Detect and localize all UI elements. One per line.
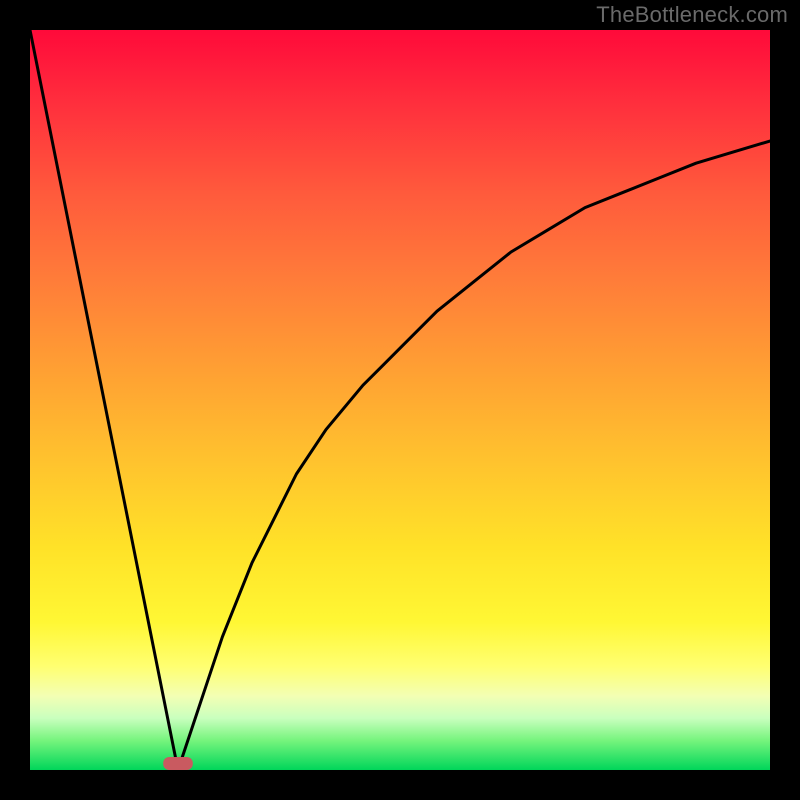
series-left-branch bbox=[30, 30, 178, 770]
series-right-branch bbox=[178, 141, 770, 770]
curve-group bbox=[30, 30, 770, 770]
marker-group bbox=[163, 757, 193, 770]
optimum-marker bbox=[163, 757, 193, 770]
watermark-text: TheBottleneck.com bbox=[596, 2, 788, 28]
plot-area bbox=[30, 30, 770, 770]
chart-svg bbox=[30, 30, 770, 770]
chart-frame: TheBottleneck.com bbox=[0, 0, 800, 800]
